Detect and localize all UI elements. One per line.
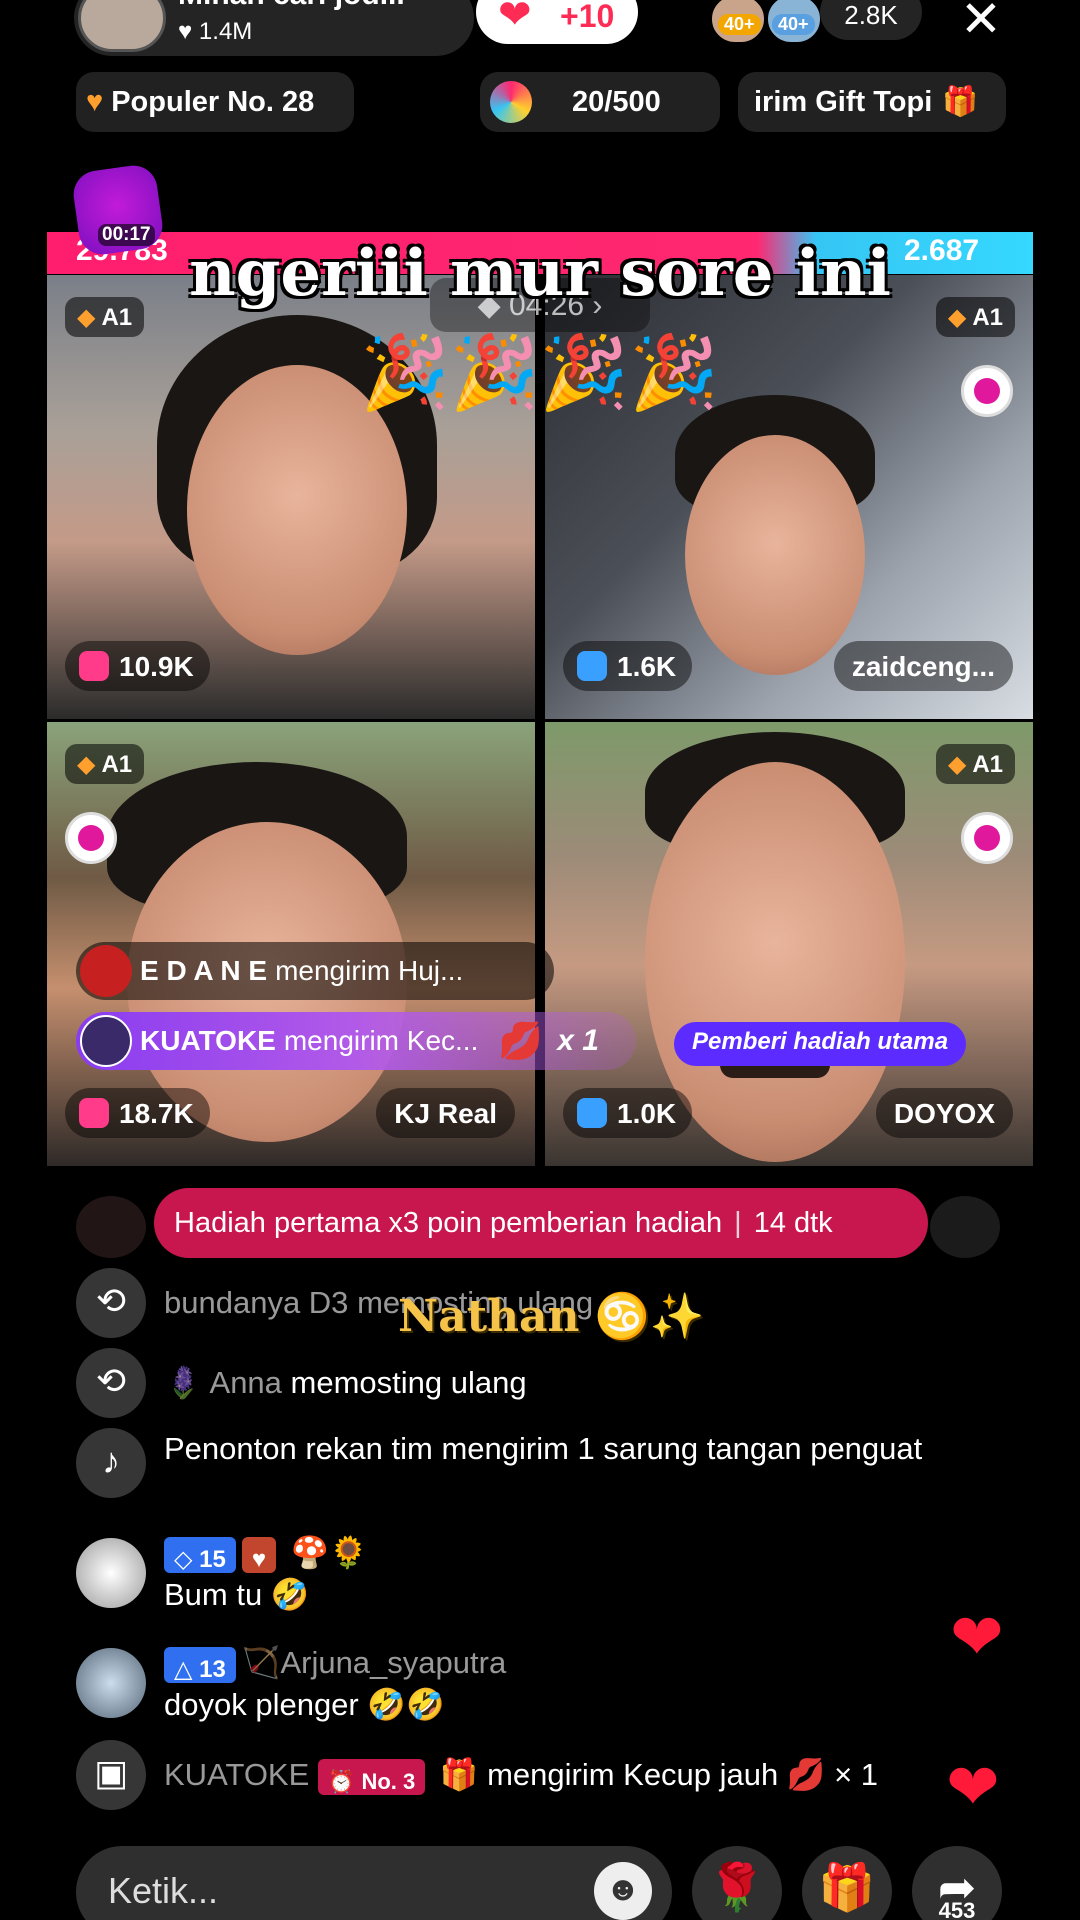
comment-placeholder: Ketik... xyxy=(108,1870,219,1911)
tiktok-icon: ♪ xyxy=(76,1428,146,1498)
viewer-badge: 40+ xyxy=(718,14,761,35)
emoji-icon[interactable]: ☻ xyxy=(594,1862,652,1920)
rank-badge: ⏰ No. 3 xyxy=(317,1758,426,1795)
repost-icon: ⟲ xyxy=(76,1268,146,1338)
rose-gift-button[interactable]: 🌹 xyxy=(692,1846,782,1920)
gift-topic-chip[interactable]: irim Gift Topi 🎁 xyxy=(738,72,1006,132)
gift-count: 1.6K xyxy=(563,641,693,691)
chat-row: ♪ Penonton rekan tim mengirim 1 sarung t… xyxy=(76,1428,976,1518)
goal-progress: 20/500 xyxy=(572,85,661,118)
fan-badge: ♥ xyxy=(241,1536,277,1573)
gift-notice: E D A N E mengirim Huj... xyxy=(76,942,554,1000)
gift-count: 18.7K xyxy=(65,1088,210,1138)
popular-rank-label: Populer No. 28 xyxy=(111,85,315,118)
chat-row: ◇ 15 ♥ 🍄🌻 Bum tu 🤣 xyxy=(76,1532,976,1632)
heart-icon: ♥ xyxy=(86,85,104,118)
like-button[interactable]: ❤ +10 xyxy=(476,0,638,44)
share-count: 453 xyxy=(938,1898,976,1920)
host-profile[interactable]: Mihan cari jod... ♥ 1.4M xyxy=(74,0,474,56)
boost-icon[interactable] xyxy=(65,812,117,864)
avatar[interactable] xyxy=(76,1648,146,1718)
gift-icon: 🎁 xyxy=(942,86,979,118)
gift-topic-label: irim Gift Topi xyxy=(754,85,933,118)
battle-cell-4[interactable]: ◆ A1 1.0K DOYOX xyxy=(545,722,1033,1166)
kiss-icon: 💋 xyxy=(498,1020,544,1061)
avatar xyxy=(80,1015,132,1067)
confetti-icon: 🎉🎉🎉🎉 xyxy=(360,333,719,413)
boost-icon[interactable] xyxy=(961,365,1013,417)
overlay-title: ngeriii mur sore ini xyxy=(189,236,891,311)
participant-name[interactable]: DOYOX xyxy=(875,1088,1013,1138)
gift-box-icon: ▣ xyxy=(76,1740,146,1810)
goal-progress-chip[interactable]: 20/500 xyxy=(480,72,720,132)
gift-count: 1.0K xyxy=(563,1088,693,1138)
promo-text: Hadiah pertama x3 poin pemberian hadiah xyxy=(174,1206,723,1239)
share-button[interactable]: ➦ 453 xyxy=(912,1846,1002,1920)
avatar[interactable] xyxy=(76,1538,146,1608)
participant-name[interactable]: zaidceng... xyxy=(833,641,1013,691)
avatar[interactable] xyxy=(76,1196,146,1258)
rank-badge: ◆ A1 xyxy=(65,744,145,784)
avatar xyxy=(80,945,132,997)
overlay-name: Nathan ♋✨ xyxy=(398,1291,705,1342)
viewer-count[interactable]: 2.8K xyxy=(820,0,922,40)
viewer-badge: 40+ xyxy=(772,14,815,35)
goal-icon xyxy=(490,81,532,123)
chat-row: ▣ KUATOKE ⏰ No. 3 🎁 mengirim Kecup jauh … xyxy=(76,1740,976,1810)
avatar[interactable] xyxy=(930,1196,1000,1258)
gift-notice: KUATOKE mengirim Kec... 💋 x 1 xyxy=(76,1012,636,1070)
top-gifter-label: Pemberi hadiah utama xyxy=(674,1022,967,1066)
host-avatar xyxy=(78,0,166,52)
boost-icon[interactable] xyxy=(961,812,1013,864)
level-badge: ◇ 15 xyxy=(164,1536,236,1573)
close-icon[interactable]: ✕ xyxy=(960,0,1002,48)
chat-row: ⟲ 🪻 Anna memosting ulang xyxy=(76,1348,976,1418)
promo-timer: 14 dtk xyxy=(753,1206,833,1239)
repost-icon: ⟲ xyxy=(76,1348,146,1418)
floating-heart-icon: ❤ xyxy=(946,1751,1000,1823)
heart-icon: ❤ xyxy=(498,0,532,37)
comment-input[interactable]: Ketik... ☻ xyxy=(76,1846,672,1920)
like-count: +10 xyxy=(560,0,615,34)
host-likes: ♥ 1.4M xyxy=(178,18,253,45)
host-name: Mihan cari jod... xyxy=(178,0,405,12)
chat-row: △ 13 🏹Arjuna_syaputra doyok plenger 🤣🤣 xyxy=(76,1642,976,1742)
floating-heart-icon: ❤ xyxy=(950,1601,1004,1673)
promo-banner[interactable]: Hadiah pertama x3 poin pemberian hadiah … xyxy=(154,1188,928,1258)
gift-button[interactable]: 🎁 xyxy=(802,1846,892,1920)
participant-name[interactable]: KJ Real xyxy=(376,1088,515,1138)
popular-rank-chip[interactable]: ♥ Populer No. 28 xyxy=(76,72,354,132)
level-badge: △ 13 xyxy=(164,1646,236,1683)
rank-badge: ◆ A1 xyxy=(935,744,1015,784)
gift-count: 10.9K xyxy=(65,641,210,691)
